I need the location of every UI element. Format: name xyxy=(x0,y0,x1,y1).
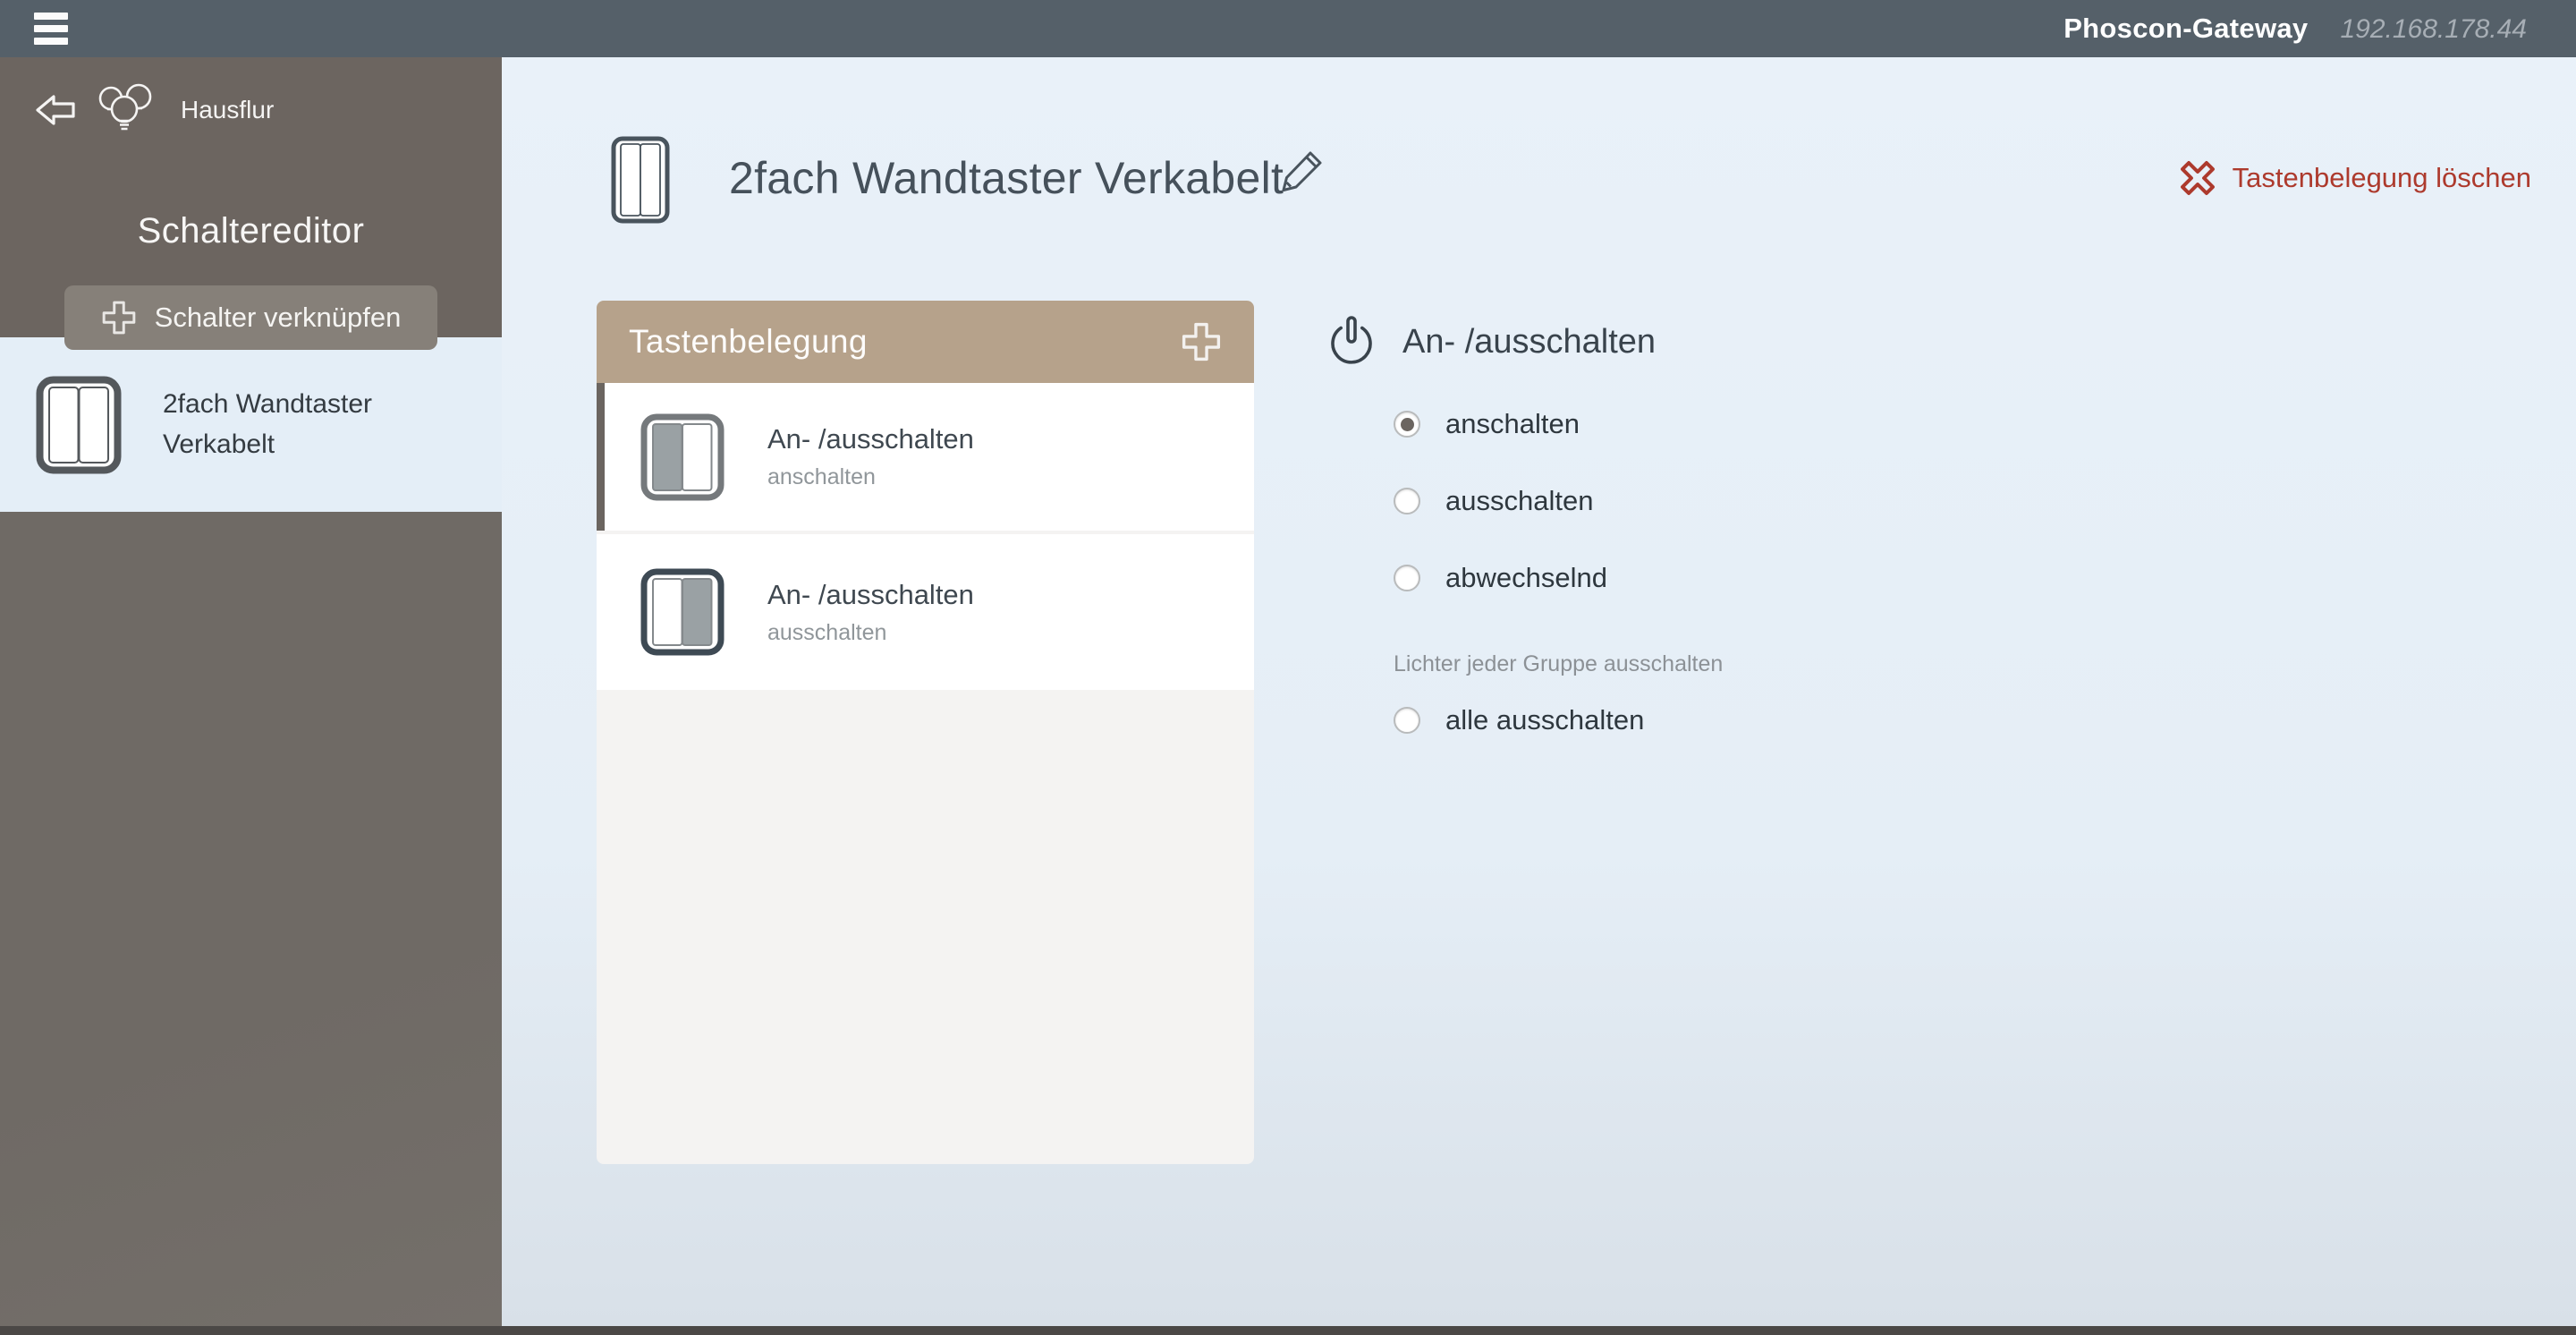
radio-button[interactable] xyxy=(1394,488,1420,514)
key-assignment-panel: Tastenbelegung An- /ausschalten anschalt… xyxy=(597,301,1254,1164)
option-abwechselnd[interactable]: abwechselnd xyxy=(1394,562,1723,594)
delete-label: Tastenbelegung löschen xyxy=(2233,162,2531,194)
delete-x-icon xyxy=(2177,157,2218,199)
option-label: abwechselnd xyxy=(1445,562,1607,594)
switch-2gang-icon xyxy=(611,136,670,224)
key-item-title: An- /ausschalten xyxy=(767,579,974,611)
delete-key-assignment-button[interactable]: Tastenbelegung löschen xyxy=(2177,157,2531,199)
option-label: ausschalten xyxy=(1445,485,1593,517)
switch-right-rocker-icon xyxy=(640,568,724,656)
option-label: alle ausschalten xyxy=(1445,704,1644,736)
group-note: Lichter jeder Gruppe ausschalten xyxy=(1394,651,1723,677)
key-item-subtitle: anschalten xyxy=(767,464,974,490)
key-item-on[interactable]: An- /ausschalten anschalten xyxy=(597,383,1254,531)
hamburger-menu-icon[interactable] xyxy=(34,13,68,45)
switch-left-rocker-icon xyxy=(640,413,724,501)
top-bar: Phoscon-Gateway 192.168.178.44 xyxy=(0,0,2576,57)
page-title: 2fach Wandtaster Verkabelt xyxy=(729,152,1284,204)
window-bottom-edge xyxy=(0,1326,2576,1335)
panel-title: Tastenbelegung xyxy=(629,323,868,361)
group-name[interactable]: Hausflur xyxy=(181,96,274,124)
radio-button[interactable] xyxy=(1394,565,1420,591)
back-arrow-icon[interactable] xyxy=(34,91,77,129)
add-key-button[interactable] xyxy=(1181,321,1222,362)
gateway-name: Phoscon-Gateway xyxy=(2063,13,2308,45)
sidebar-item-wall-switch[interactable]: 2fach Wandtaster Verkabelt xyxy=(0,337,502,512)
option-label: anschalten xyxy=(1445,408,1580,440)
link-switch-button[interactable]: Schalter verknüpfen xyxy=(64,285,437,350)
radio-button[interactable] xyxy=(1394,707,1420,734)
sidebar-filler xyxy=(0,512,502,1326)
sidebar-header: Hausflur Schaltereditor Schalter verknüp… xyxy=(0,57,502,337)
power-icon xyxy=(1324,313,1379,370)
gateway-ip: 192.168.178.44 xyxy=(2340,14,2527,45)
action-options: anschalten ausschalten abwechselnd Licht… xyxy=(1394,408,1723,781)
key-item-subtitle: ausschalten xyxy=(767,620,974,646)
gateway-info: Phoscon-Gateway 192.168.178.44 xyxy=(2063,13,2527,45)
main-content: 2fach Wandtaster Verkabelt Tastenbelegun… xyxy=(502,57,2576,1335)
option-alle-ausschalten[interactable]: alle ausschalten xyxy=(1394,704,1723,736)
panel-header: Tastenbelegung xyxy=(597,301,1254,383)
key-item-off[interactable]: An- /ausschalten ausschalten xyxy=(597,534,1254,690)
radio-button[interactable] xyxy=(1394,411,1420,438)
sidebar-item-label: 2fach Wandtaster Verkabelt xyxy=(163,385,431,463)
key-item-title: An- /ausschalten xyxy=(767,423,974,455)
edit-pencil-icon[interactable] xyxy=(1276,147,1326,197)
detail-heading: An- /ausschalten xyxy=(1402,323,1656,361)
detail-heading-row: An- /ausschalten xyxy=(1324,313,1656,370)
option-ausschalten[interactable]: ausschalten xyxy=(1394,485,1723,517)
link-switch-label: Schalter verknüpfen xyxy=(155,302,402,334)
group-lights-icon xyxy=(95,82,157,138)
sidebar: Hausflur Schaltereditor Schalter verknüp… xyxy=(0,57,502,1326)
plus-icon xyxy=(101,300,137,336)
switch-2gang-icon xyxy=(36,376,122,474)
page-title-sidebar: Schaltereditor xyxy=(0,211,502,251)
option-anschalten[interactable]: anschalten xyxy=(1394,408,1723,440)
